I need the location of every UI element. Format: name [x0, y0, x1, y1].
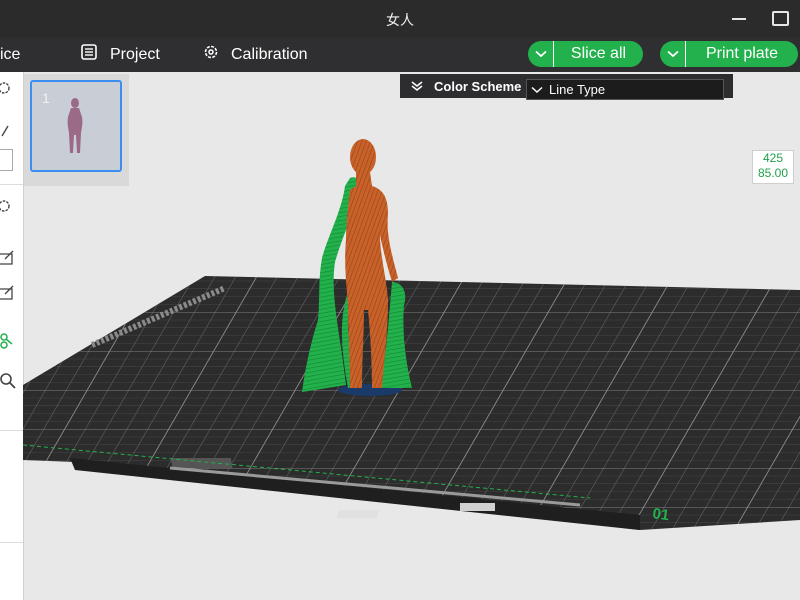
edit-icon[interactable]: [0, 122, 18, 140]
project-icon: [80, 43, 98, 66]
layer-number: 425: [762, 151, 784, 165]
layer-height: 85.00: [757, 166, 789, 180]
gear-icon[interactable]: [0, 79, 18, 97]
chevron-down-icon[interactable]: [528, 41, 554, 67]
slice-all-label: Slice all: [570, 45, 627, 62]
tab-project-label: Project: [110, 45, 160, 63]
print-plate-label: Print plate: [705, 45, 779, 62]
plate-thumbnail-number: 1: [42, 90, 50, 106]
left-sidebar: [0, 72, 24, 600]
build-plate: [23, 276, 800, 530]
tab-slice-label: ice: [0, 45, 21, 63]
layer-slider-readout[interactable]: 425 85.00: [752, 150, 794, 184]
model-thumbnail-icon: [67, 98, 83, 153]
search-icon[interactable]: [0, 372, 18, 390]
plate-thumbnail[interactable]: 1: [30, 80, 122, 172]
tab-calibration[interactable]: Calibration: [203, 37, 307, 72]
color-scheme-dropdown[interactable]: Line Type: [526, 79, 724, 100]
divider: [0, 184, 23, 185]
maximize-icon[interactable]: [772, 11, 789, 26]
export-icon[interactable]: [0, 248, 18, 266]
window-title: 女人: [386, 12, 414, 28]
3d-viewport[interactable]: 01: [23, 72, 800, 600]
slice-all-button[interactable]: Slice all: [528, 41, 643, 67]
minimize-icon[interactable]: [732, 18, 746, 20]
divider: [0, 430, 23, 431]
color-scheme-bar: Color Scheme Line Type: [400, 74, 733, 100]
plate-number: 01: [651, 505, 670, 524]
support-icon[interactable]: [0, 332, 18, 350]
color-scheme-label: Color Scheme: [434, 79, 522, 94]
collapse-icon[interactable]: [410, 80, 424, 92]
tab-calibration-label: Calibration: [231, 45, 308, 63]
print-plate-button[interactable]: Print plate: [660, 41, 798, 67]
gear-icon[interactable]: [0, 197, 18, 215]
chevron-down-icon[interactable]: [660, 41, 686, 67]
value-field[interactable]: [0, 149, 13, 171]
tab-project[interactable]: Project: [80, 37, 160, 72]
tab-slice[interactable]: ice: [0, 37, 20, 72]
title-bar: 女人: [0, 0, 800, 37]
export-icon[interactable]: [0, 283, 18, 301]
divider: [0, 542, 23, 543]
color-scheme-value: Line Type: [549, 82, 606, 97]
calibration-icon: [203, 44, 219, 65]
main-toolbar: ice Project Calibration Slice all Print …: [0, 37, 800, 72]
chevron-down-icon: [531, 86, 543, 94]
